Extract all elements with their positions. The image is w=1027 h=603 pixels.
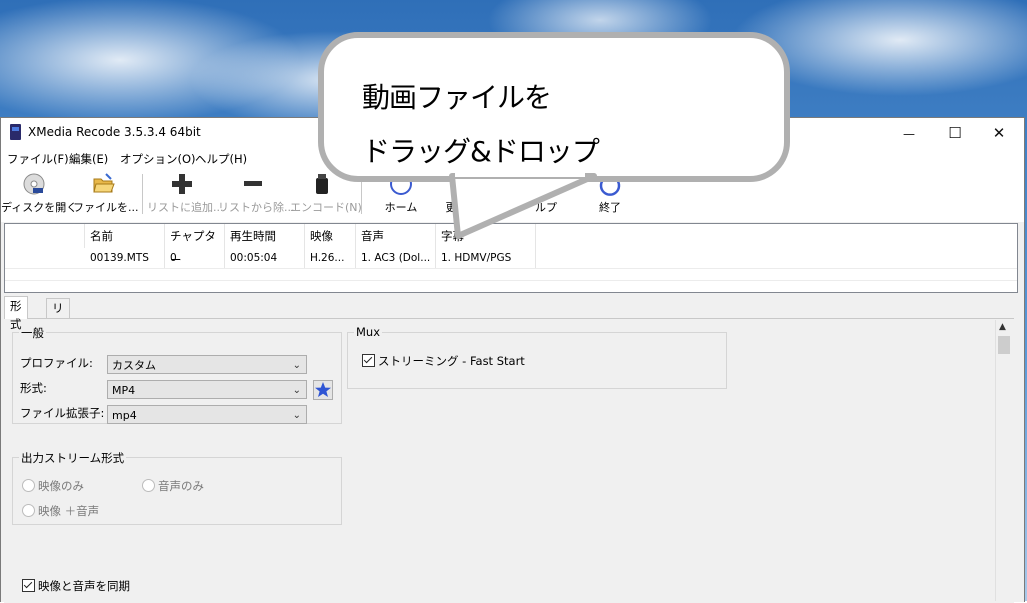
column-header-chapter[interactable]: チャプター (165, 224, 225, 267)
format-select[interactable]: MP4 ⌄ (107, 380, 307, 399)
table-cell[interactable]: 1. HDMV/PGS (436, 248, 536, 268)
format-panel: 一般 プロファイル: カスタム ⌄ 形式: MP4 ⌄ ファイル拡張子: mp4… (4, 318, 1014, 603)
star-icon (315, 382, 331, 397)
exit-label: 終了 (599, 201, 621, 214)
profile-label: プロファイル: (20, 356, 93, 370)
remove-from-list-label: リストから除... (218, 201, 295, 214)
video-audio-label: 映像 ＋音声 (38, 504, 100, 518)
minus-icon (241, 172, 265, 196)
video-audio-radio[interactable]: 映像 ＋音声 (22, 503, 99, 519)
mux-group: Mux ストリーミング - Fast Start (347, 325, 727, 389)
app-film-icon (10, 124, 21, 140)
encode-label: エンコード(N) (290, 201, 362, 214)
streaming-fast-start-label: ストリーミング - Fast Start (378, 354, 525, 368)
video-only-label: 映像のみ (38, 479, 84, 493)
menu-edit[interactable]: 編集(E) (69, 151, 108, 167)
maximize-button[interactable]: ☐ (932, 118, 978, 148)
general-group: 一般 プロファイル: カスタム ⌄ 形式: MP4 ⌄ ファイル拡張子: mp4… (12, 325, 342, 424)
folder-open-icon (92, 172, 116, 196)
menu-file[interactable]: ファイル(F) (7, 151, 69, 167)
favorite-button[interactable] (313, 380, 333, 400)
vertical-scrollbar[interactable]: ▲ (995, 320, 1013, 601)
chevron-down-icon: ⌄ (292, 410, 301, 421)
column-header-duration[interactable]: 再生時間 (225, 224, 305, 248)
column-header-subtitle[interactable]: 字幕 (436, 224, 536, 248)
chevron-down-icon: ⌄ (292, 385, 301, 396)
home-label: ホーム (384, 201, 418, 214)
open-file-button[interactable]: ファイルを... (73, 172, 139, 218)
extension-label: ファイル拡張子: (20, 406, 105, 420)
format-value: MP4 (112, 384, 136, 397)
table-cell[interactable]: 00139.MTS (85, 248, 165, 268)
close-icon: ✕ (992, 124, 1006, 142)
maximize-icon: ☐ (948, 124, 962, 142)
profile-value: カスタム (112, 359, 156, 372)
scroll-thumb[interactable] (998, 336, 1010, 354)
tab-list[interactable]: リスト (46, 298, 70, 351)
callout-bubble: 動画ファイルを ドラッグ&ドロップ (318, 32, 790, 182)
column-header-name[interactable]: 名前 (85, 224, 165, 248)
chevron-down-icon: ⌄ (292, 360, 301, 371)
streaming-fast-start-checkbox[interactable]: ストリーミング - Fast Start (362, 353, 525, 369)
scroll-up-arrow-icon[interactable]: ▲ (999, 322, 1006, 332)
callout-line-2: ドラッグ&ドロップ (362, 135, 600, 168)
profile-select[interactable]: カスタム ⌄ (107, 355, 307, 374)
close-button[interactable]: ✕ (976, 118, 1022, 148)
output-stream-group: 出力ストリーム形式 映像のみ 音声のみ 映像 ＋音声 (12, 450, 342, 525)
open-disc-label: ディスクを開く (1, 201, 78, 214)
tab-format[interactable]: 形式 (4, 296, 28, 331)
extension-select[interactable]: mp4 ⌄ (107, 405, 307, 424)
checkbox-check-icon (362, 354, 375, 367)
column-header-video[interactable]: 映像 (305, 224, 356, 248)
output-stream-group-title: 出力ストリーム形式 (19, 450, 127, 466)
disc-icon (22, 172, 46, 196)
update-label: 更 (445, 201, 457, 214)
table-cell[interactable]: 0 (165, 248, 225, 268)
open-file-label: ファイルを... (73, 201, 139, 214)
minimize-button[interactable]: — (886, 118, 932, 148)
general-group-title: 一般 (19, 325, 46, 341)
audio-only-radio[interactable]: 音声のみ (142, 478, 204, 494)
audio-only-label: 音声のみ (158, 479, 204, 493)
column-header-audio[interactable]: 音声 (356, 224, 436, 248)
encode-icon (310, 172, 334, 196)
extension-value: mp4 (112, 409, 137, 422)
window-title: XMedia Recode 3.5.3.4 64bit (28, 125, 201, 139)
sync-av-label: 映像と音声を同期 (38, 579, 130, 593)
callout-line-1: 動画ファイルを (362, 81, 552, 114)
file-list[interactable]: 名前 チャプター 再生時間 映像 音声 字幕 00139.MTS 0 00:05… (4, 223, 1018, 293)
app-window: XMedia Recode 3.5.3.4 64bit — ☐ ✕ ファイル(F… (0, 117, 1025, 603)
table-cell[interactable]: 1. AC3 (Dol... (356, 248, 436, 268)
video-only-radio[interactable]: 映像のみ (22, 478, 84, 494)
sync-av-checkbox[interactable]: 映像と音声を同期 (22, 578, 130, 594)
plus-icon (170, 172, 194, 196)
row-divider (5, 280, 1017, 281)
minimize-icon: — (903, 127, 915, 141)
menu-help[interactable]: ヘルプ(H) (195, 151, 247, 167)
row-divider (5, 268, 1017, 269)
checkbox-check-icon (22, 579, 35, 592)
remove-from-list-button[interactable]: リストから除... (218, 172, 295, 218)
open-disc-button[interactable]: ディスクを開く (1, 172, 78, 218)
add-to-list-button[interactable]: リストに追加... (147, 172, 224, 218)
format-label: 形式: (20, 381, 47, 395)
menu-options[interactable]: オプション(O) (120, 151, 196, 167)
toolbar-separator (142, 174, 143, 214)
radio-icon (142, 479, 155, 492)
radio-icon (22, 504, 35, 517)
column-header[interactable] (5, 224, 85, 248)
help-label: ルプ (535, 201, 557, 214)
mux-group-title: Mux (354, 325, 383, 339)
add-to-list-label: リストに追加... (147, 201, 224, 214)
radio-icon (22, 479, 35, 492)
table-cell[interactable]: H.26... (305, 248, 356, 268)
table-cell[interactable]: 00:05:04 (225, 248, 305, 268)
